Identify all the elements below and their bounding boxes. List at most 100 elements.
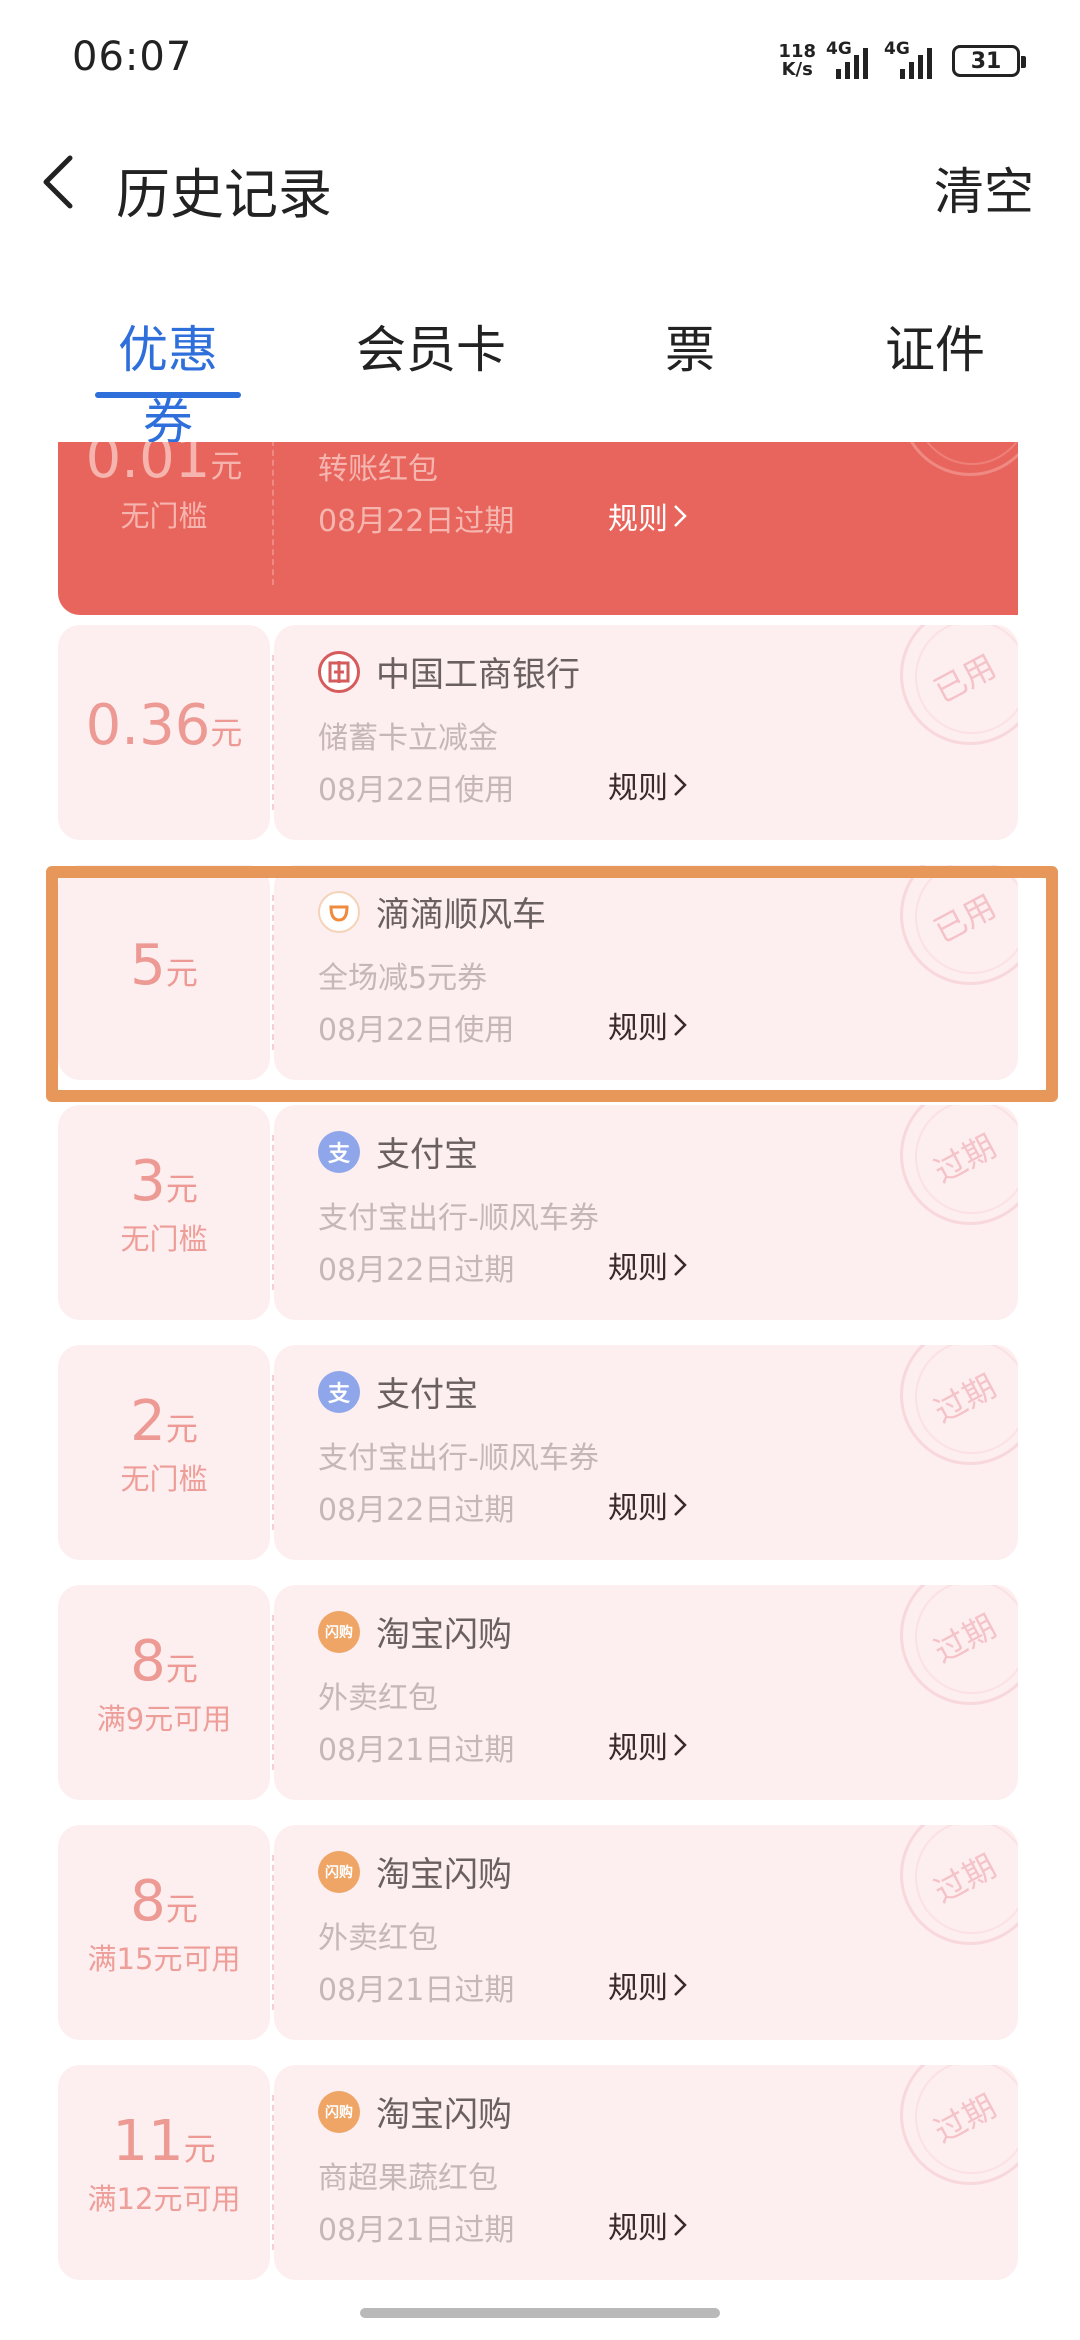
chevron-right-icon [674, 1734, 687, 1756]
coupon-card[interactable]: 2元 无门槛 支 支付宝 支付宝出行-顺风车券 08月22日过期 规则 过期 [58, 1345, 1018, 1560]
coupon-card[interactable]: 11元 满12元可用 闪购 淘宝闪购 商超果蔬红包 08月21日过期 规则 过期 [58, 2065, 1018, 2280]
coupon-status: 过期 [927, 1606, 1003, 1671]
coupon-list: 0.01元 无门槛 转账红包 08月22日过期 规则 过期 0.36元 [0, 442, 1080, 2302]
coupon-rule-link[interactable]: 规则 [608, 1243, 688, 1287]
coupon-amount: 11元 满12元可用 [58, 2109, 270, 2218]
coupon-details: 转账红包 08月22日过期 规则 过期 [274, 442, 1018, 615]
coupon-rule-link[interactable]: 规则 [608, 494, 688, 538]
coupon-amount: 8元 满9元可用 [58, 1629, 270, 1738]
coupon-rule-link[interactable]: 规则 [608, 1963, 688, 2007]
tab-bar: 优惠券 会员卡 票 证件 [0, 300, 1080, 451]
taobao-shangou-logo-icon: 闪购 [318, 1850, 360, 1893]
tab-coupons[interactable]: 优惠券 [95, 310, 241, 454]
merchant-name: 淘宝闪购 [376, 1855, 512, 1895]
coupon-status-stamp: 过期 [900, 1345, 1018, 1465]
coupon-condition: 满15元可用 [87, 1942, 241, 1976]
taobao-shangou-logo-icon: 闪购 [318, 1610, 360, 1653]
coupon-date: 08月22日过期 [318, 1493, 515, 1528]
coupon-merchant: 支 支付宝 [318, 1127, 478, 1176]
merchant-name: 支付宝 [376, 1375, 478, 1415]
home-indicator[interactable] [360, 2308, 720, 2318]
clear-button[interactable]: 清空 [934, 152, 1034, 224]
coupon-description: 商超果蔬红包 [318, 2161, 498, 2196]
status-time: 06:07 [72, 34, 193, 80]
coupon-description: 外卖红包 [318, 1681, 438, 1716]
coupon-amount-unit: 元 [183, 2130, 216, 2168]
coupon-rule-link[interactable]: 规则 [608, 1723, 688, 1767]
alipay-logo-icon: 支 [318, 1370, 360, 1413]
chevron-right-icon [674, 505, 687, 527]
coupon-rule-label: 规则 [608, 771, 668, 806]
chevron-right-icon [674, 1254, 687, 1276]
coupon-card[interactable]: 8元 满15元可用 闪购 淘宝闪购 外卖红包 08月21日过期 规则 过期 [58, 1825, 1018, 2040]
coupon-amount-value: 8 [130, 1869, 166, 1934]
coupon-rule-link[interactable]: 规则 [608, 1483, 688, 1527]
coupon-card[interactable]: 3元 无门槛 支 支付宝 支付宝出行-顺风车券 08月22日过期 规则 过期 [58, 1105, 1018, 1320]
coupon-condition: 满12元可用 [87, 2182, 241, 2216]
coupon-amount-value: 11 [112, 2109, 184, 2174]
battery-icon: 31 [952, 45, 1026, 77]
coupon-details: 闪购 淘宝闪购 外卖红包 08月21日过期 规则 过期 [274, 1825, 1018, 2040]
coupon-amount-unit: 元 [165, 1650, 198, 1688]
coupon-merchant: 中国工商银行 [318, 647, 580, 696]
coupon-status: 过期 [927, 1846, 1003, 1911]
coupon-status-stamp: 过期 [900, 2065, 1018, 2185]
coupon-condition: 满9元可用 [96, 1702, 232, 1736]
coupon-amount-unit: 元 [210, 447, 243, 485]
coupon-status-stamp: 过期 [900, 1105, 1018, 1225]
coupon-rule-label: 规则 [608, 1731, 668, 1766]
coupon-amount-value: 8 [130, 1629, 166, 1694]
signal-gen-label: 4G [884, 39, 910, 59]
chevron-right-icon [674, 774, 687, 796]
coupon-card[interactable]: 0.36元 中国工商银行 储蓄卡立减金 08月22日使用 规则 已用 [58, 625, 1018, 840]
page-title: 历史记录 [116, 163, 332, 226]
coupon-description: 支付宝出行-顺风车券 [318, 1441, 599, 1476]
coupon-card[interactable]: 8元 满9元可用 闪购 淘宝闪购 外卖红包 08月21日过期 规则 过期 [58, 1585, 1018, 1800]
tab-tickets[interactable]: 票 [650, 310, 730, 382]
tab-documents[interactable]: 证件 [880, 310, 990, 382]
chevron-right-icon [674, 1494, 687, 1516]
taobao-shangou-logo-icon: 闪购 [318, 2090, 360, 2133]
signal-icon: 4G [884, 39, 938, 79]
coupon-rule-label: 规则 [608, 1491, 668, 1526]
coupon-details: 中国工商银行 储蓄卡立减金 08月22日使用 规则 已用 [274, 625, 1018, 840]
coupon-description: 支付宝出行-顺风车券 [318, 1201, 599, 1236]
coupon-amount-value: 2 [130, 1389, 166, 1454]
chevron-right-icon [674, 1974, 687, 1996]
coupon-condition: 无门槛 [120, 499, 208, 533]
chevron-right-icon [674, 2214, 687, 2236]
coupon-status-stamp: 过期 [900, 1585, 1018, 1705]
back-arrow-icon[interactable] [40, 152, 80, 212]
coupon-amount-unit: 元 [165, 1410, 198, 1448]
coupon-rule-link[interactable]: 规则 [608, 2203, 688, 2247]
coupon-status: 过期 [927, 2086, 1003, 2151]
coupon-amount: 3元 无门槛 [58, 1149, 270, 1258]
coupon-date: 08月21日过期 [318, 1733, 515, 1768]
alipay-logo-icon: 支 [318, 1130, 360, 1173]
coupon-date: 08月21日过期 [318, 1973, 515, 2008]
status-bar: 06:07 118 K/s 4G 4G 31 [0, 0, 1080, 120]
coupon-condition: 无门槛 [120, 1222, 208, 1256]
coupon-rule-label: 规则 [608, 502, 668, 537]
coupon-amount: 2元 无门槛 [58, 1389, 270, 1498]
coupon-amount: 0.36元 [58, 693, 270, 758]
coupon-status-stamp: 过期 [900, 442, 1018, 476]
battery-level: 31 [970, 48, 1002, 74]
coupon-merchant: 闪购 淘宝闪购 [318, 1607, 512, 1656]
coupon-merchant: 闪购 淘宝闪购 [318, 1847, 512, 1896]
coupon-amount-unit: 元 [165, 1170, 198, 1208]
coupon-condition: 无门槛 [120, 1462, 208, 1496]
tab-membership-cards[interactable]: 会员卡 [356, 310, 506, 382]
coupon-rule-link[interactable]: 规则 [608, 763, 688, 807]
coupon-amount: 0.01元 无门槛 [58, 442, 270, 535]
merchant-name: 淘宝闪购 [376, 1615, 512, 1655]
icbc-logo-icon [318, 650, 360, 693]
coupon-date: 08月22日过期 [318, 1253, 515, 1288]
coupon-card[interactable]: 0.01元 无门槛 转账红包 08月22日过期 规则 过期 [58, 442, 1018, 615]
active-tab-indicator [95, 392, 241, 398]
network-speed-unit: K/s [781, 59, 813, 80]
coupon-merchant: 闪购 淘宝闪购 [318, 2087, 512, 2136]
coupon-rule-label: 规则 [608, 1971, 668, 2006]
coupon-details: 闪购 淘宝闪购 商超果蔬红包 08月21日过期 规则 过期 [274, 2065, 1018, 2280]
coupon-amount-unit: 元 [210, 714, 243, 752]
